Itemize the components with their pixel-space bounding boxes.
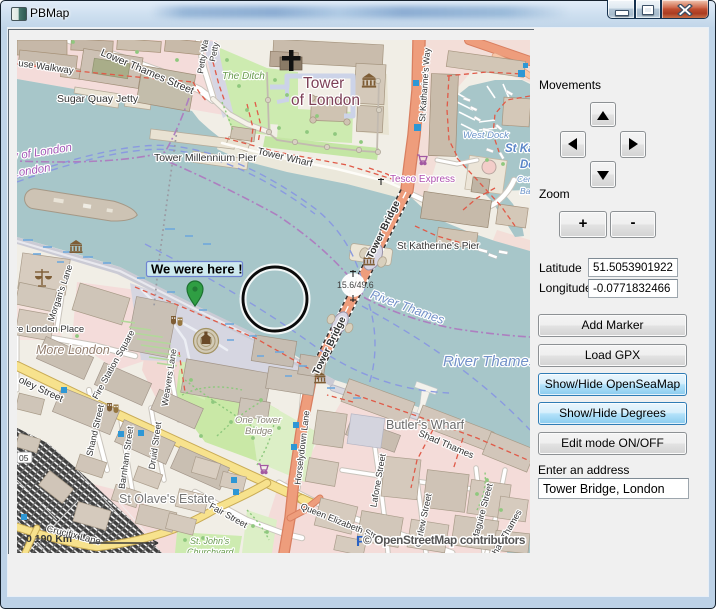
svg-text:More London: More London — [36, 343, 110, 357]
svg-text:0 190 Km: 0 190 Km — [26, 533, 72, 545]
svg-text:St Katherine's Pier: St Katherine's Pier — [397, 241, 480, 252]
svg-text:Tower Millennium Pier: Tower Millennium Pier — [154, 152, 257, 164]
svg-text:River Thames: River Thames — [443, 353, 530, 370]
svg-text:St. John's: St. John's — [190, 536, 230, 546]
svg-text:West Dock: West Dock — [463, 130, 510, 141]
svg-text:15.6/49.6: 15.6/49.6 — [337, 280, 374, 290]
svg-text:St Ka: St Ka — [505, 143, 530, 155]
svg-text:© OpenStreetMap contributors: © OpenStreetMap contributors — [363, 533, 526, 547]
svg-text:Do: Do — [520, 159, 530, 171]
svg-text:We were here !: We were here ! — [151, 262, 243, 277]
svg-text:Ba: Ba — [520, 186, 530, 196]
svg-text:Tower: Tower — [303, 75, 344, 92]
svg-text:Sugar Quay Jetty: Sugar Quay Jetty — [57, 93, 139, 105]
svg-text:of London: of London — [291, 92, 360, 109]
svg-text:Cen: Cen — [517, 174, 530, 184]
svg-text:St Olave's Estate: St Olave's Estate — [119, 492, 215, 506]
svg-text:One Tower: One Tower — [235, 415, 282, 426]
svg-text:re London Place: re London Place — [17, 324, 84, 335]
svg-text:The Ditch: The Ditch — [222, 71, 265, 82]
svg-text:Churchyard: Churchyard — [187, 547, 235, 553]
svg-text:05: 05 — [19, 453, 29, 463]
svg-text:Bridge: Bridge — [245, 426, 272, 437]
svg-text:Tesco Express: Tesco Express — [390, 174, 455, 185]
